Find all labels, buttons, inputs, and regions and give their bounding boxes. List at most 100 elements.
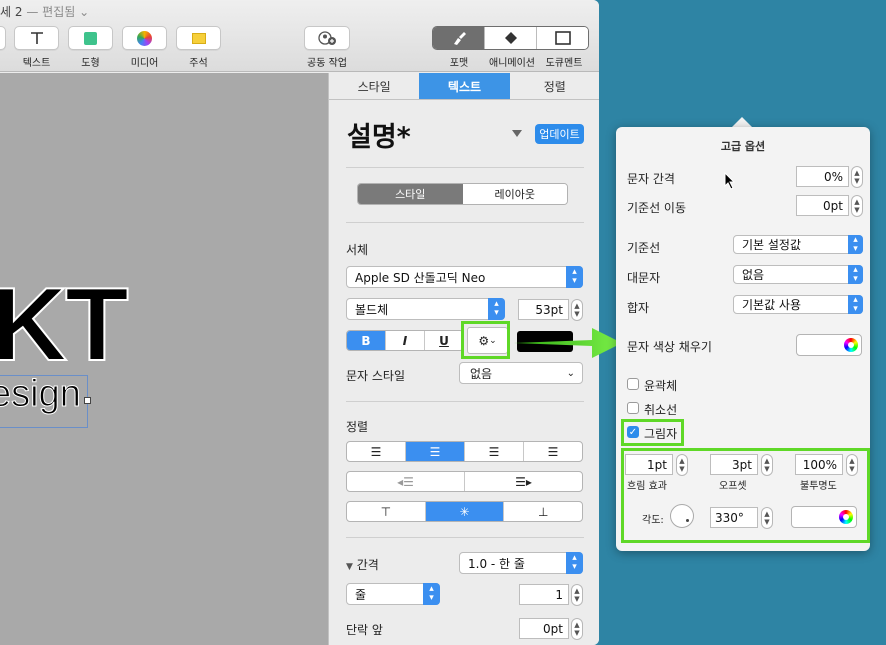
popover-title: 고급 옵션 (720, 140, 766, 153)
document-button-label: 도큐멘트 (545, 58, 583, 69)
before-paragraph-label: 단락 앞 (346, 623, 383, 637)
outline-checkbox[interactable] (627, 378, 639, 390)
paintbrush-icon (453, 32, 466, 45)
shadow-offset-stepper[interactable]: ▲ ▼ (761, 454, 773, 476)
updown-icon: ▴ ▾ (848, 235, 863, 254)
caps-select[interactable]: 없음 ▴ ▾ (733, 265, 863, 284)
canvas-title-text[interactable]: KT (0, 272, 130, 378)
line-count-field[interactable]: 1 (519, 584, 569, 605)
text-fill-label: 문자 색상 채우기 (627, 340, 712, 354)
italic-button[interactable]: I (385, 331, 424, 350)
shadow-opacity-field[interactable]: 100% (795, 454, 843, 475)
strikethrough-label: 취소선 (644, 403, 678, 417)
animate-button[interactable] (484, 27, 536, 49)
line-count-stepper[interactable]: ▲ ▼ (571, 584, 583, 606)
chevron-down-icon[interactable] (512, 130, 522, 137)
comment-button-label: 주석 (189, 58, 208, 69)
photos-icon (137, 30, 152, 46)
baseline-shift-label: 기준선 이동 (627, 201, 687, 215)
align-right-icon[interactable]: ☰ (464, 442, 523, 461)
baseline-label: 기준선 (627, 241, 661, 255)
caps-label: 대문자 (627, 271, 661, 285)
ligature-label: 합자 (627, 301, 650, 315)
shadow-offset-label: 오프셋 (719, 481, 747, 492)
char-spacing-label: 문자 간격 (627, 172, 675, 186)
color-wheel-icon (839, 510, 853, 524)
shadow-angle-stepper[interactable]: ▲ ▼ (761, 507, 773, 529)
canvas-subtitle-text[interactable]: esign (0, 375, 81, 414)
ligature-select[interactable]: 기본값 사용 ▴ ▾ (733, 295, 863, 314)
shadow-angle-field[interactable]: 330° (710, 507, 758, 528)
shadow-checkbox[interactable]: ✓ (627, 426, 639, 438)
updown-icon: ▴ ▾ (848, 265, 863, 284)
window-title: 세 2 — 편집됨 ⌄ (0, 5, 90, 19)
font-family-select[interactable]: Apple SD 산돌고딕 Neo ▴ ▾ (346, 266, 583, 288)
document-button[interactable] (536, 27, 588, 49)
before-paragraph-field[interactable]: 0pt (519, 618, 569, 639)
tab-arrange[interactable]: 정렬 (510, 73, 599, 99)
align-top-icon[interactable]: ⊤ (347, 502, 425, 521)
angle-dial[interactable] (670, 504, 694, 528)
vertical-align-buttons: ⊤ ✳ ⊥ (346, 501, 583, 522)
animate-icon (504, 32, 517, 44)
font-weight-select[interactable]: 볼드체 ▴ ▾ (346, 298, 505, 320)
shadow-opacity-label: 불투명도 (800, 481, 837, 492)
font-size-stepper[interactable]: ▲ ▼ (571, 299, 583, 321)
align-center-icon[interactable]: ☰ (405, 442, 464, 461)
char-spacing-stepper[interactable]: ▲ ▼ (851, 166, 863, 188)
font-size-field[interactable]: 53pt (518, 299, 569, 320)
media-button[interactable] (122, 26, 167, 50)
color-wheel-icon (844, 338, 858, 352)
disclosure-triangle-icon: ▼ (346, 562, 353, 572)
text-button[interactable] (14, 26, 59, 50)
comment-button[interactable] (176, 26, 221, 50)
collaborate-button[interactable] (304, 26, 350, 50)
comment-icon (191, 32, 206, 44)
shadow-offset-field[interactable]: 3pt (710, 454, 758, 475)
spacing-label[interactable]: ▼ 간격 (346, 556, 379, 573)
shadow-opacity-stepper[interactable]: ▲ ▼ (846, 454, 858, 476)
shadow-blur-stepper[interactable]: ▲ ▼ (676, 454, 688, 476)
shadow-blur-field[interactable]: 1pt (625, 454, 673, 475)
align-justify-icon[interactable]: ☰ (523, 442, 582, 461)
toolbar: 세 2 — 편집됨 ⌄ 텍스트 도형 미디어 주석 공동 작업 포맷 애니메이션… (0, 0, 599, 72)
ligature-value: 기본값 사용 (742, 298, 802, 312)
update-button[interactable]: 업데이트 (535, 124, 584, 144)
underline-button[interactable]: U (424, 331, 463, 350)
style-segment[interactable]: 스타일 (358, 184, 463, 204)
document-canvas[interactable]: KT esign (0, 73, 328, 645)
format-button[interactable] (433, 27, 484, 49)
divider (346, 222, 584, 223)
document-icon (554, 31, 571, 45)
align-middle-icon[interactable]: ✳ (424, 502, 504, 521)
tab-text[interactable]: 텍스트 (419, 73, 510, 99)
collaborate-icon (318, 31, 336, 45)
style-layout-switch: 스타일 레이아웃 (357, 183, 568, 205)
strikethrough-checkbox[interactable] (627, 402, 639, 414)
bold-button[interactable]: B (347, 331, 385, 350)
indent-buttons: ◂☰ ☰▸ (346, 471, 583, 492)
resize-handle[interactable] (84, 397, 91, 404)
line-unit-select[interactable]: 줄 ▴ ▾ (346, 583, 440, 605)
shape-button[interactable] (68, 26, 113, 50)
tab-style[interactable]: 스타일 (329, 73, 419, 99)
increase-indent-icon[interactable]: ☰▸ (464, 472, 582, 491)
baseline-shift-stepper[interactable]: ▲ ▼ (851, 195, 863, 217)
align-bottom-icon[interactable]: ⊥ (503, 502, 582, 521)
layout-segment[interactable]: 레이아웃 (462, 184, 567, 204)
before-paragraph-stepper[interactable]: ▲ ▼ (571, 618, 583, 640)
paragraph-style-name[interactable]: 설명* (347, 115, 411, 154)
char-spacing-field[interactable]: 0% (796, 166, 849, 187)
decrease-indent-icon[interactable]: ◂☰ (347, 472, 464, 491)
toolbar-partial-button[interactable] (0, 26, 6, 50)
shadow-label: 그림자 (644, 427, 678, 441)
baseline-select[interactable]: 기본 설정값 ▴ ▾ (733, 235, 863, 254)
updown-icon: ▴ ▾ (566, 552, 583, 574)
char-style-select[interactable]: 없음 ⌄ (459, 362, 583, 384)
text-icon (30, 32, 43, 44)
shadow-color-well[interactable] (791, 506, 857, 528)
line-spacing-select[interactable]: 1.0 - 한 줄 ▴ ▾ (459, 552, 583, 574)
align-left-icon[interactable]: ☰ (347, 442, 405, 461)
baseline-shift-field[interactable]: 0pt (796, 195, 849, 216)
text-fill-color-well[interactable] (796, 334, 862, 356)
